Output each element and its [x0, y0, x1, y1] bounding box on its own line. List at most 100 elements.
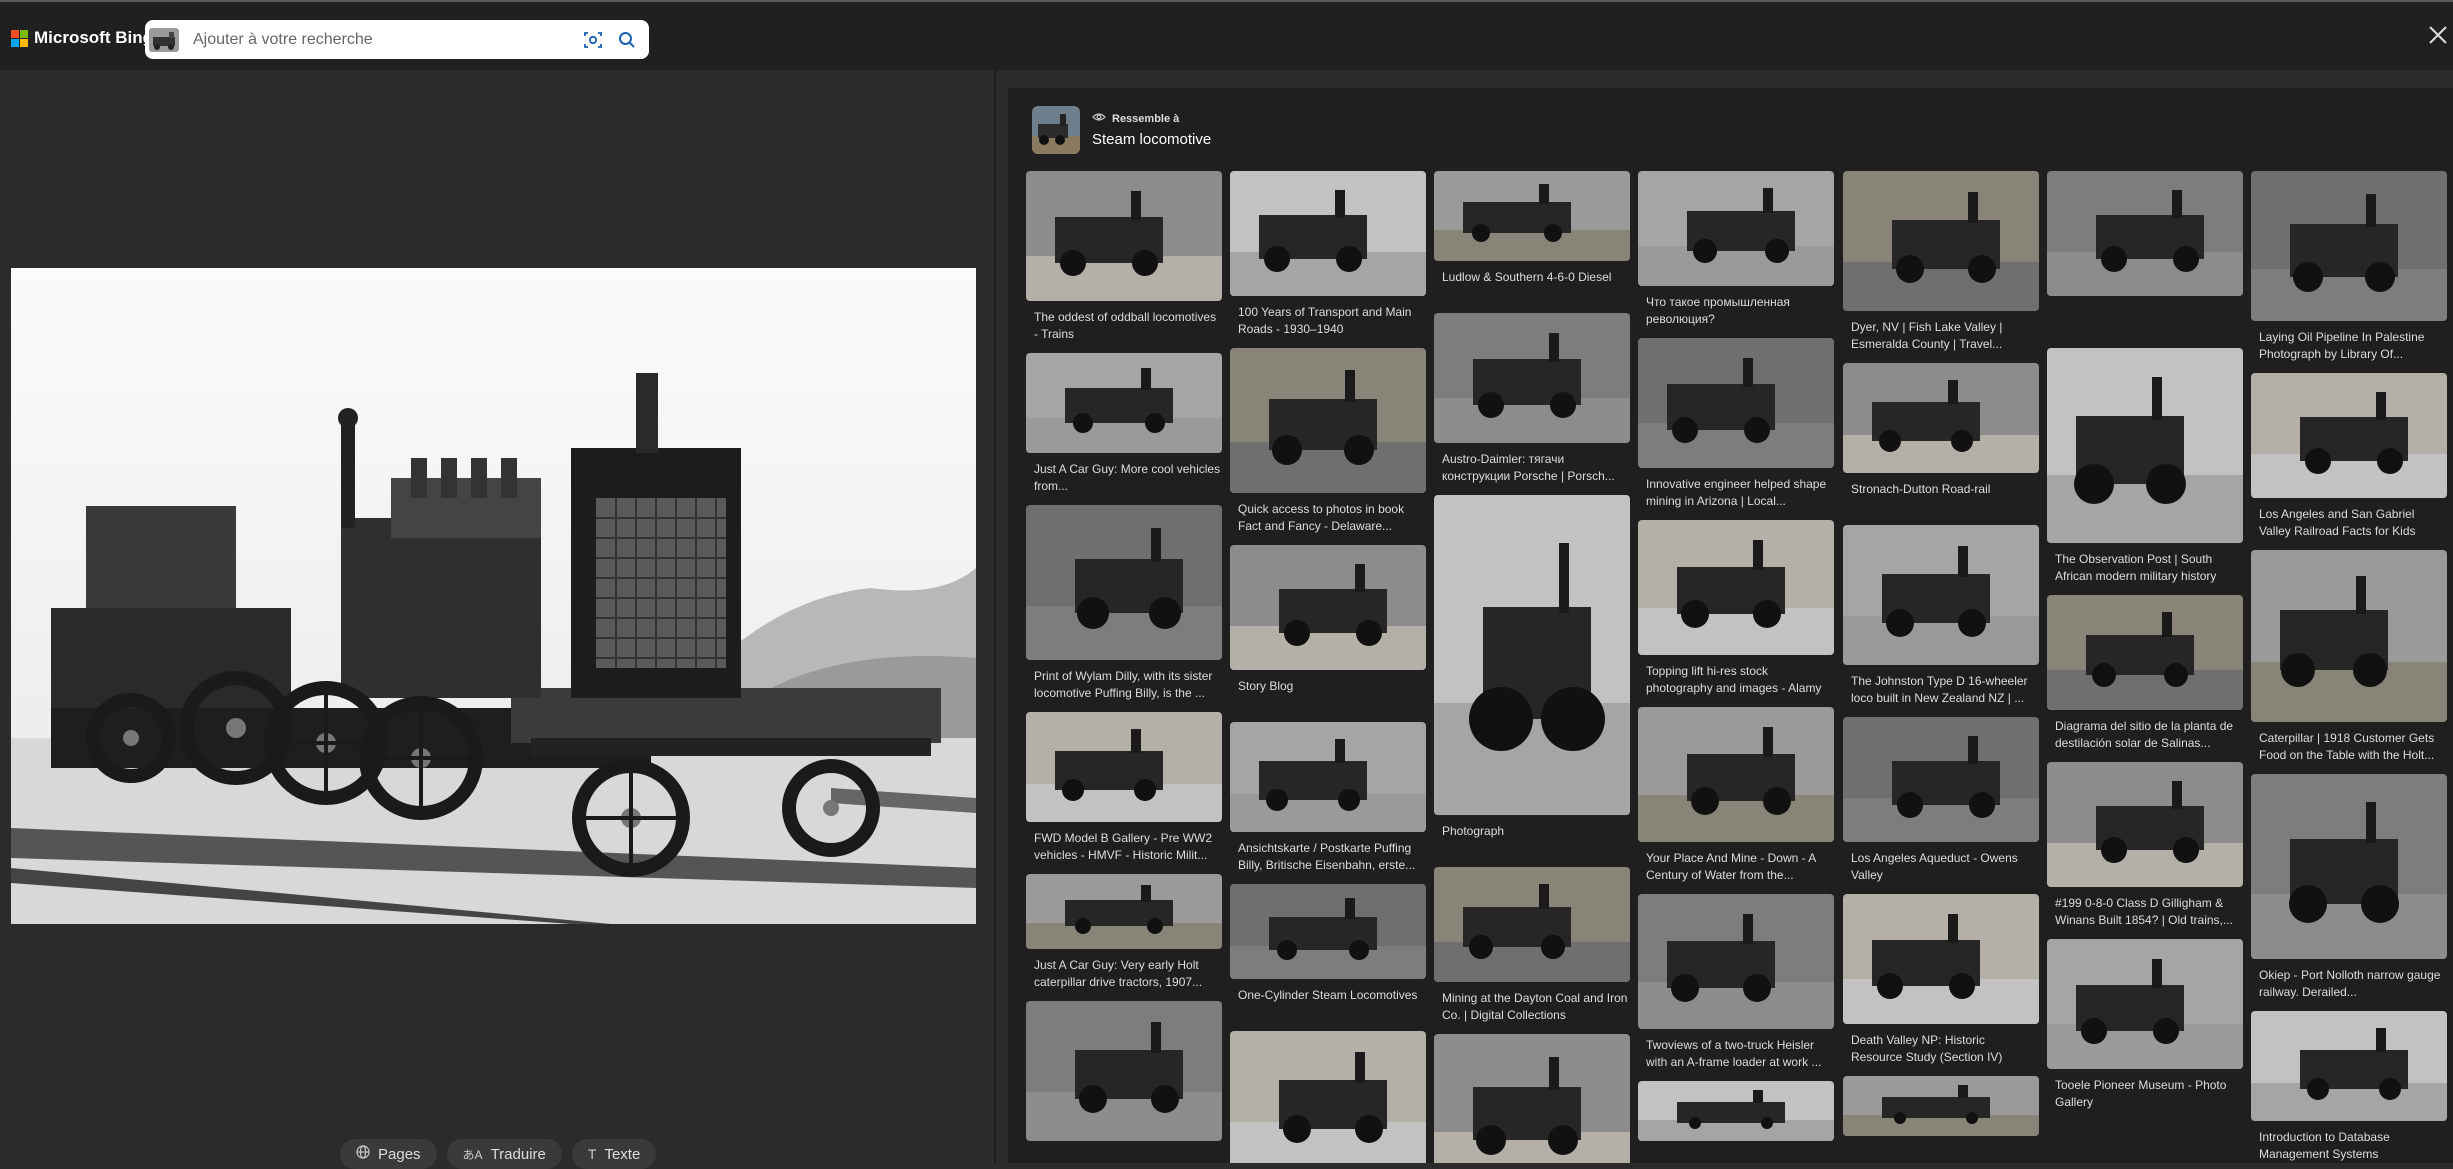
resembles-thumbnail[interactable]	[1032, 106, 1080, 154]
result-caption[interactable]: #199 0-8-0 Class D Gilligham & Winans Bu…	[2047, 895, 2243, 929]
result-thumbnail[interactable]	[1230, 545, 1426, 670]
result-thumbnail[interactable]	[2047, 595, 2243, 710]
visual-search-icon[interactable]	[581, 28, 605, 52]
result-thumbnail[interactable]	[1843, 894, 2039, 1024]
result-caption[interactable]: Okiep - Port Nolloth narrow gauge railwa…	[2251, 967, 2447, 1001]
result-caption[interactable]: Topping lift hi-res stock photography an…	[1638, 663, 1834, 697]
result-tile[interactable]: The Observation Post | South African mod…	[2047, 348, 2243, 585]
result-tile[interactable]	[1230, 1031, 1426, 1163]
result-tile[interactable]: Photograph	[1434, 495, 1630, 857]
result-tile[interactable]: Okiep - Port Nolloth narrow gauge railwa…	[2251, 774, 2447, 1001]
result-caption[interactable]: Diagrama del sitio de la planta de desti…	[2047, 718, 2243, 752]
result-thumbnail[interactable]	[1026, 171, 1222, 301]
result-thumbnail[interactable]	[1434, 867, 1630, 982]
search-image-thumbnail[interactable]	[149, 27, 179, 52]
result-caption[interactable]: One-Cylinder Steam Locomotives	[1230, 987, 1426, 1021]
result-tile[interactable]: FWD Model B Gallery - Pre WW2 vehicles -…	[1026, 712, 1222, 864]
result-tile[interactable]: #199 0-8-0 Class D Gilligham & Winans Bu…	[2047, 762, 2243, 929]
result-tile[interactable]	[2047, 171, 2243, 338]
result-caption[interactable]	[2047, 304, 2243, 338]
result-caption[interactable]: Print of Wylam Dilly, with its sister lo…	[1026, 668, 1222, 702]
result-tile[interactable]	[1434, 1034, 1630, 1163]
result-thumbnail[interactable]	[1230, 722, 1426, 832]
result-caption[interactable]: Stronach-Dutton Road-rail	[1843, 481, 2039, 515]
result-thumbnail[interactable]	[1434, 495, 1630, 815]
result-thumbnail[interactable]	[1638, 1081, 1834, 1141]
result-tile[interactable]: Just A Car Guy: More cool vehicles from.…	[1026, 353, 1222, 495]
result-caption[interactable]: Just A Car Guy: Very early Holt caterpil…	[1026, 957, 1222, 991]
text-button[interactable]: T Texte	[571, 1139, 657, 1169]
result-caption[interactable]	[1843, 1144, 2039, 1163]
result-thumbnail[interactable]	[2251, 774, 2447, 959]
result-caption[interactable]: Dyer, NV | Fish Lake Valley | Esmeralda …	[1843, 319, 2039, 353]
result-thumbnail[interactable]	[1026, 353, 1222, 453]
search-box[interactable]	[145, 20, 649, 59]
result-caption[interactable]	[1638, 1149, 1834, 1163]
result-tile[interactable]: Ludlow & Southern 4-6-0 Diesel	[1434, 171, 1630, 303]
result-caption[interactable]: Twoviews of a two-truck Heisler with an …	[1638, 1037, 1834, 1071]
result-thumbnail[interactable]	[1843, 363, 2039, 473]
result-thumbnail[interactable]	[1843, 717, 2039, 842]
pages-button[interactable]: Pages	[340, 1139, 437, 1169]
result-caption[interactable]: Photograph	[1434, 823, 1630, 857]
result-caption[interactable]: Innovative engineer helped shape mining …	[1638, 476, 1834, 510]
result-thumbnail[interactable]	[1026, 1001, 1222, 1141]
result-tile[interactable]: Что такое промышленная революция?	[1638, 171, 1834, 328]
result-caption[interactable]: Los Angeles and San Gabriel Valley Railr…	[2251, 506, 2447, 540]
search-input[interactable]	[191, 29, 581, 50]
translate-button[interactable]: あA Traduire	[446, 1139, 562, 1169]
result-thumbnail[interactable]	[2251, 1011, 2447, 1121]
result-tile[interactable]	[1843, 1076, 2039, 1163]
result-caption[interactable]: Just A Car Guy: More cool vehicles from.…	[1026, 461, 1222, 495]
result-thumbnail[interactable]	[2047, 939, 2243, 1069]
result-tile[interactable]: Twoviews of a two-truck Heisler with an …	[1638, 894, 1834, 1071]
result-tile[interactable]: Tooele Pioneer Museum - Photo Gallery	[2047, 939, 2243, 1111]
result-thumbnail[interactable]	[1026, 712, 1222, 822]
result-thumbnail[interactable]	[2251, 171, 2447, 321]
result-tile[interactable]	[1026, 1001, 1222, 1163]
result-tile[interactable]: Quick access to photos in book Fact and …	[1230, 348, 1426, 535]
result-tile[interactable]: Laying Oil Pipeline In Palestine Photogr…	[2251, 171, 2447, 363]
result-caption[interactable]: The Observation Post | South African mod…	[2047, 551, 2243, 585]
result-tile[interactable]: Diagrama del sitio de la planta de desti…	[2047, 595, 2243, 752]
result-caption[interactable]: Caterpillar | 1918 Customer Gets Food on…	[2251, 730, 2447, 764]
result-thumbnail[interactable]	[2251, 373, 2447, 498]
result-thumbnail[interactable]	[1843, 525, 2039, 665]
result-thumbnail[interactable]	[1026, 505, 1222, 660]
result-caption[interactable]: Los Angeles Aqueduct - Owens Valley	[1843, 850, 2039, 884]
result-tile[interactable]: Your Place And Mine - Down - A Century o…	[1638, 707, 1834, 884]
result-thumbnail[interactable]	[1638, 520, 1834, 655]
result-tile[interactable]: Austro-Daimler: тягачи конструкции Porsc…	[1434, 313, 1630, 485]
result-tile[interactable]: Innovative engineer helped shape mining …	[1638, 338, 1834, 510]
result-caption[interactable]: Что такое промышленная революция?	[1638, 294, 1834, 328]
result-thumbnail[interactable]	[1230, 1031, 1426, 1163]
resembles-header[interactable]: Ressemble à Steam locomotive	[1032, 106, 1211, 154]
result-tile[interactable]: The Johnston Type D 16-wheeler loco buil…	[1843, 525, 2039, 707]
result-caption[interactable]	[1026, 1149, 1222, 1163]
close-icon[interactable]	[2427, 24, 2449, 46]
result-tile[interactable]: Stronach-Dutton Road-rail	[1843, 363, 2039, 515]
result-caption[interactable]: Laying Oil Pipeline In Palestine Photogr…	[2251, 329, 2447, 363]
result-caption[interactable]: Ludlow & Southern 4-6-0 Diesel	[1434, 269, 1630, 303]
result-tile[interactable]: Dyer, NV | Fish Lake Valley | Esmeralda …	[1843, 171, 2039, 353]
result-tile[interactable]: Story Blog	[1230, 545, 1426, 712]
main-locomotive-image[interactable]	[11, 268, 976, 924]
result-tile[interactable]: 100 Years of Transport and Main Roads - …	[1230, 171, 1426, 338]
result-tile[interactable]: Death Valley NP: Historic Resource Study…	[1843, 894, 2039, 1066]
result-thumbnail[interactable]	[1843, 171, 2039, 311]
result-thumbnail[interactable]	[1638, 338, 1834, 468]
result-caption[interactable]: Quick access to photos in book Fact and …	[1230, 501, 1426, 535]
result-caption[interactable]: Austro-Daimler: тягачи конструкции Porsc…	[1434, 451, 1630, 485]
result-tile[interactable]: Introduction to Database Management Syst…	[2251, 1011, 2447, 1163]
result-caption[interactable]: Ansichtskarte / Postkarte Puffing Billy,…	[1230, 840, 1426, 874]
result-thumbnail[interactable]	[2047, 171, 2243, 296]
result-caption[interactable]: The oddest of oddball locomotives - Trai…	[1026, 309, 1222, 343]
result-caption[interactable]: Tooele Pioneer Museum - Photo Gallery	[2047, 1077, 2243, 1111]
result-tile[interactable]: Los Angeles and San Gabriel Valley Railr…	[2251, 373, 2447, 540]
result-tile[interactable]: Los Angeles Aqueduct - Owens Valley	[1843, 717, 2039, 884]
result-tile[interactable]: Ansichtskarte / Postkarte Puffing Billy,…	[1230, 722, 1426, 874]
result-thumbnail[interactable]	[1843, 1076, 2039, 1136]
result-thumbnail[interactable]	[1230, 884, 1426, 979]
result-thumbnail[interactable]	[1638, 171, 1834, 286]
result-thumbnail[interactable]	[2047, 762, 2243, 887]
